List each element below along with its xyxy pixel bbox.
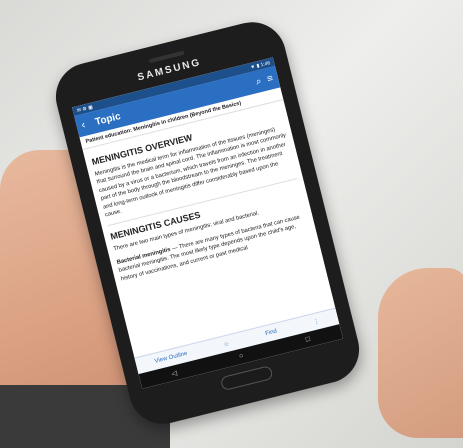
star-icon[interactable]: ☆ — [223, 340, 230, 348]
nav-back-icon[interactable]: ◁ — [171, 368, 178, 377]
nav-recents-icon[interactable]: □ — [305, 336, 311, 344]
search-icon[interactable]: ⌕ — [255, 75, 263, 87]
right-hand — [378, 268, 463, 438]
phone-wrap: SAMSUNG ✉ ⚙ ▣ ▼ ▮ 1:46 ‹ Topic ⌕ ≡ Patie… — [48, 15, 367, 431]
find-button[interactable]: Find — [265, 329, 278, 338]
menu-icon[interactable]: ≡ — [266, 73, 274, 85]
phone: SAMSUNG ✉ ⚙ ▣ ▼ ▮ 1:46 ‹ Topic ⌕ ≡ Patie… — [48, 15, 367, 431]
phone-screen: ✉ ⚙ ▣ ▼ ▮ 1:46 ‹ Topic ⌕ ≡ Patient educa… — [71, 57, 344, 389]
home-button[interactable] — [219, 365, 274, 392]
app-bar-actions: ⌕ ≡ — [255, 73, 275, 88]
more-icon[interactable]: ⋮ — [312, 317, 320, 325]
nav-home-icon[interactable]: ○ — [238, 352, 244, 360]
